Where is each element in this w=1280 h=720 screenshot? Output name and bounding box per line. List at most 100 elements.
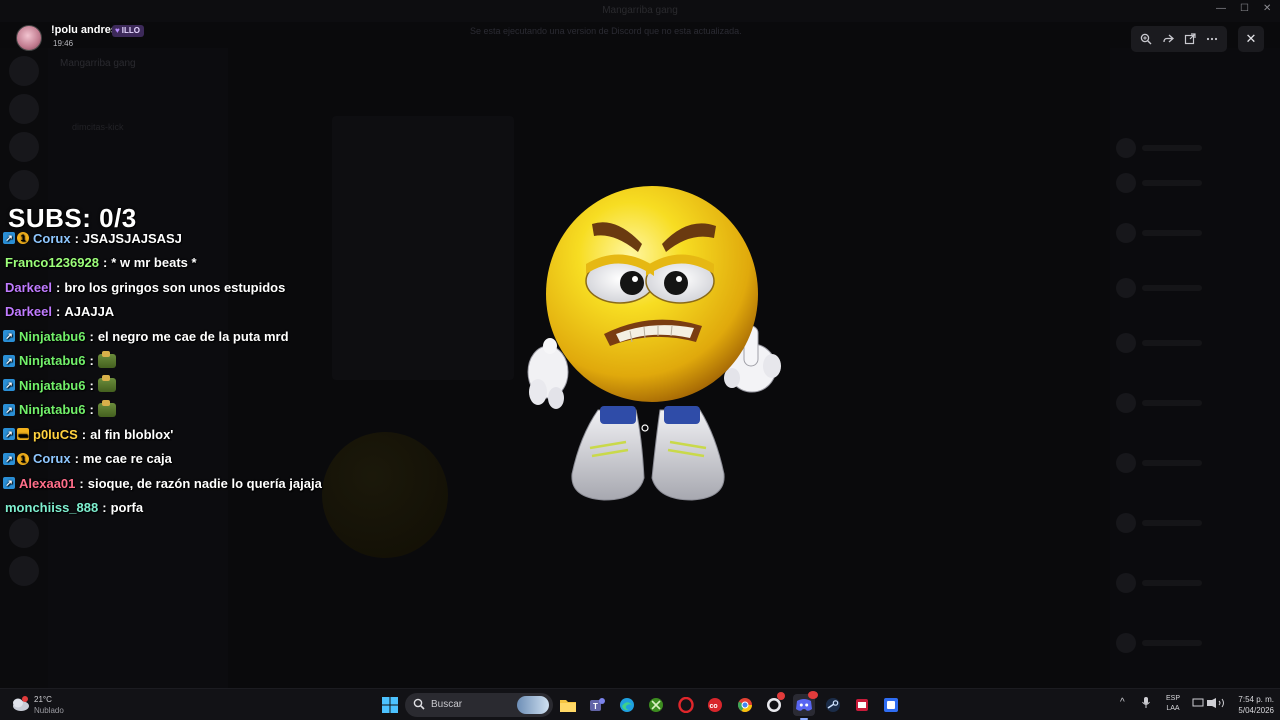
- chat-separator: :: [89, 353, 94, 369]
- svg-text:T: T: [593, 702, 598, 711]
- crown-badge-icon: ▬: [17, 428, 29, 441]
- chat-text: * w mr beats *: [111, 255, 197, 271]
- chat-username[interactable]: Corux: [33, 451, 71, 466]
- weather-widget[interactable]: 21°C Nublado: [10, 693, 70, 717]
- prime-badge-icon: ↗: [3, 403, 15, 416]
- search-highlight-image: [517, 696, 549, 714]
- maximize-button[interactable]: ☐: [1240, 3, 1249, 14]
- chat-username[interactable]: Ninjatabu6: [19, 378, 85, 393]
- edge-icon[interactable]: [616, 694, 638, 716]
- window-close-button[interactable]: ✕: [1263, 3, 1271, 14]
- chat-username[interactable]: monchiiss_888: [5, 500, 98, 515]
- chrome-icon[interactable]: [734, 694, 756, 716]
- cloud-icon: [10, 695, 30, 713]
- forward-icon[interactable]: [1159, 30, 1177, 48]
- server-icon[interactable]: [9, 556, 39, 586]
- chat-username[interactable]: Ninjatabu6: [19, 329, 85, 344]
- chat-message: ↗ 1 Corux: JSAJSJAJSASJ: [3, 226, 333, 251]
- chat-username[interactable]: Ninjatabu6: [19, 402, 85, 417]
- app-icon[interactable]: [880, 694, 902, 716]
- chat-separator: :: [89, 328, 94, 344]
- chevron-up-icon[interactable]: ^: [1120, 697, 1125, 708]
- server-name[interactable]: Mangarriba gang: [60, 58, 136, 69]
- microphone-icon[interactable]: [1141, 696, 1151, 712]
- search-label: Buscar: [431, 699, 463, 710]
- taskbar: 21°C Nublado Buscar T co ^ ESP LAA 7:54 …: [0, 688, 1280, 720]
- server-icon[interactable]: [9, 170, 39, 200]
- chat-separator: :: [89, 402, 94, 418]
- notification-dot: [777, 692, 785, 700]
- chat-text: porfa: [110, 500, 144, 516]
- server-icon[interactable]: [9, 518, 39, 548]
- minimize-button[interactable]: —: [1216, 3, 1226, 14]
- sub-badge-icon: 1: [17, 452, 29, 465]
- chat-separator: :: [55, 279, 61, 295]
- chat-text: me cae re caja: [82, 451, 172, 467]
- prime-badge-icon: ↗: [3, 379, 15, 392]
- chat-separator: :: [81, 426, 87, 442]
- chat-message: monchiiss_888: porfa: [3, 496, 333, 521]
- svg-text:co: co: [710, 703, 718, 710]
- screen: Mangarriba gang — ☐ ✕ Se esta ejecutando…: [0, 0, 1280, 720]
- sub-badge-icon: 1: [17, 232, 29, 245]
- chat-separator: :: [74, 451, 79, 467]
- chat-username[interactable]: Darkeel: [5, 304, 52, 319]
- teams-icon[interactable]: T: [586, 694, 608, 716]
- avatar[interactable]: [16, 25, 42, 51]
- clock[interactable]: 7:54 p. m. 5/04/2026: [1222, 694, 1274, 716]
- prime-badge-icon: ↗: [3, 232, 15, 245]
- language-indicator[interactable]: ESP LAA: [1163, 694, 1183, 714]
- github-icon[interactable]: [763, 692, 785, 716]
- chat-text: el negro me cae de la puta mrd: [97, 328, 289, 344]
- channel-item[interactable]: dimcitas-kick: [72, 122, 124, 132]
- chat-username[interactable]: p0luCS: [33, 427, 78, 442]
- chat-username[interactable]: Corux: [33, 231, 71, 246]
- chat-separator: :: [55, 304, 61, 320]
- chat-emote-icon: [97, 399, 116, 417]
- open-external-icon[interactable]: [1181, 30, 1199, 48]
- prime-badge-icon: ↗: [3, 428, 15, 441]
- steam-icon[interactable]: [822, 694, 844, 716]
- xbox-icon[interactable]: [645, 694, 667, 716]
- winrar-icon[interactable]: [851, 694, 873, 716]
- more-icon[interactable]: [1203, 30, 1221, 48]
- chat-username[interactable]: Darkeel: [5, 280, 52, 295]
- search-icon: [413, 698, 427, 712]
- zoom-icon[interactable]: [1137, 30, 1155, 48]
- close-icon: ✕: [1245, 31, 1257, 46]
- chat-username[interactable]: Franco1236928: [5, 255, 99, 270]
- server-icon[interactable]: [9, 94, 39, 124]
- chat-message: Franco1236928: * w mr beats *: [3, 251, 333, 276]
- server-icon[interactable]: [9, 132, 39, 162]
- notification-badge: [808, 691, 818, 699]
- file-explorer-icon[interactable]: [557, 694, 579, 716]
- chat-separator: :: [74, 230, 79, 246]
- language-code: ESP: [1165, 695, 1180, 702]
- windows-start-icon[interactable]: [379, 694, 401, 716]
- codec-icon[interactable]: co: [704, 694, 726, 716]
- timestamp: 19:46: [53, 39, 74, 48]
- video-embed: [332, 116, 514, 380]
- server-icon[interactable]: [9, 56, 39, 86]
- chat-message: ↗ Ninjatabu6:: [3, 349, 333, 374]
- chat-message: Darkeel: AJAJJA: [3, 300, 333, 325]
- chat-message: ↗ Ninjatabu6:: [3, 398, 333, 423]
- faded-emoji: [322, 432, 448, 558]
- username[interactable]: !polu andres: [51, 24, 117, 36]
- angry-emoji-character: [520, 186, 784, 506]
- prime-badge-icon: ↗: [3, 330, 15, 343]
- chat-username[interactable]: Ninjatabu6: [19, 353, 85, 368]
- layout-code: LAA: [1166, 705, 1180, 712]
- discord-icon[interactable]: [793, 691, 818, 716]
- prime-badge-icon: ↗: [3, 354, 15, 367]
- close-viewer-button[interactable]: ✕: [1238, 26, 1264, 52]
- opera-icon[interactable]: [675, 694, 697, 716]
- prime-badge-icon: ↗: [3, 477, 15, 490]
- chat-text: al fin bloblox': [90, 426, 174, 442]
- taskbar-search-input[interactable]: Buscar: [405, 693, 553, 717]
- chat-separator: :: [89, 377, 94, 393]
- chat-emote-icon: [97, 375, 116, 393]
- clan-badge-label: ILLO: [121, 26, 140, 35]
- chat-username[interactable]: Alexaa01: [19, 476, 75, 491]
- stream-chat: ↗ 1 Corux: JSAJSJAJSASJ Franco1236928: * w mr…: [3, 226, 333, 520]
